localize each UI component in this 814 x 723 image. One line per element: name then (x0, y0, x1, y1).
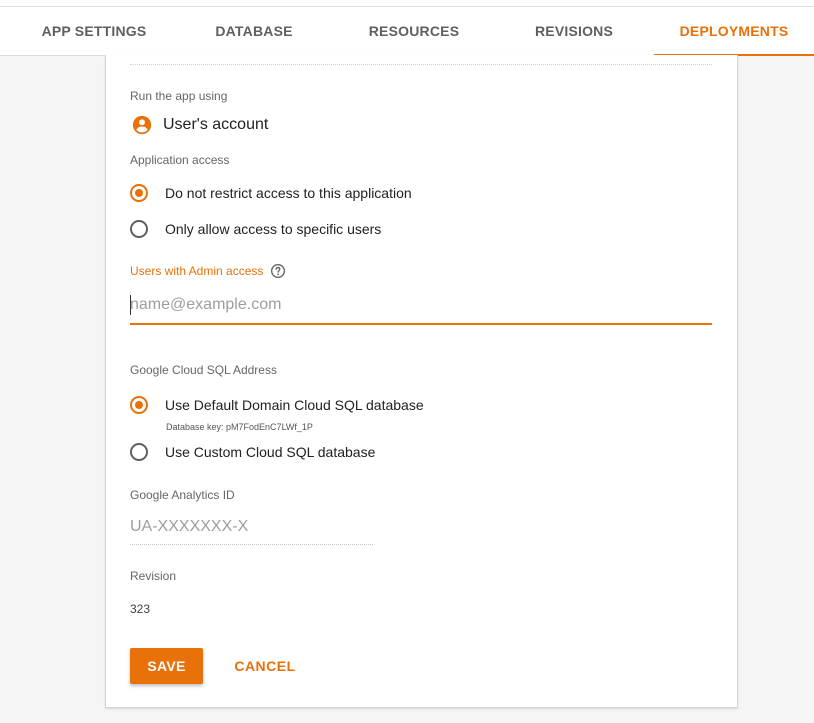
admin-email-input[interactable] (130, 287, 712, 325)
access-option-specific-users-label: Only allow access to specific users (165, 221, 382, 237)
revision-value: 323 (130, 602, 151, 616)
deployment-settings-card: Run the app using User's account Applica… (105, 55, 738, 708)
divider (130, 64, 712, 65)
tab-app-settings[interactable]: APP SETTINGS (14, 7, 174, 55)
tab-revisions[interactable]: REVISIONS (494, 7, 654, 55)
text-cursor (130, 295, 131, 315)
sql-option-default-label: Use Default Domain Cloud SQL database (165, 397, 424, 413)
database-key: Database key: pM7FodEnC7LWf_1P (166, 422, 313, 432)
admin-access-label: Users with Admin access (130, 264, 264, 278)
radio-button-checked[interactable] (130, 184, 148, 202)
tab-database[interactable]: DATABASE (174, 7, 334, 55)
account-circle-icon (132, 115, 152, 135)
application-access-label: Application access (130, 153, 230, 167)
run-as-label: Run the app using (130, 89, 228, 103)
help-circle-icon[interactable] (270, 263, 286, 279)
analytics-id-input[interactable] (130, 509, 373, 545)
access-option-unrestricted-label: Do not restrict access to this applicati… (165, 185, 412, 201)
radio-button-unchecked[interactable] (130, 220, 148, 238)
access-option-unrestricted[interactable]: Do not restrict access to this applicati… (130, 184, 412, 202)
revision-label: Revision (130, 569, 177, 583)
cloud-sql-label: Google Cloud SQL Address (130, 363, 277, 377)
radio-button-checked[interactable] (130, 396, 148, 414)
sql-option-custom-label: Use Custom Cloud SQL database (165, 444, 376, 460)
sql-option-custom[interactable]: Use Custom Cloud SQL database (130, 443, 375, 461)
sql-option-default[interactable]: Use Default Domain Cloud SQL database (130, 396, 424, 414)
radio-button-unchecked[interactable] (130, 443, 148, 461)
tab-bar: APP SETTINGS DATABASE RESOURCES REVISION… (0, 6, 814, 56)
tab-deployments[interactable]: DEPLOYMENTS (654, 7, 814, 56)
cancel-button[interactable]: CANCEL (222, 648, 308, 684)
analytics-label: Google Analytics ID (130, 488, 235, 502)
save-button[interactable]: SAVE (130, 648, 203, 684)
access-option-specific-users[interactable]: Only allow access to specific users (130, 220, 381, 238)
tab-resources[interactable]: RESOURCES (334, 7, 494, 55)
run-as-value: User's account (163, 116, 269, 133)
admin-access-label-row: Users with Admin access (130, 263, 286, 279)
run-as-row: User's account (131, 114, 268, 136)
